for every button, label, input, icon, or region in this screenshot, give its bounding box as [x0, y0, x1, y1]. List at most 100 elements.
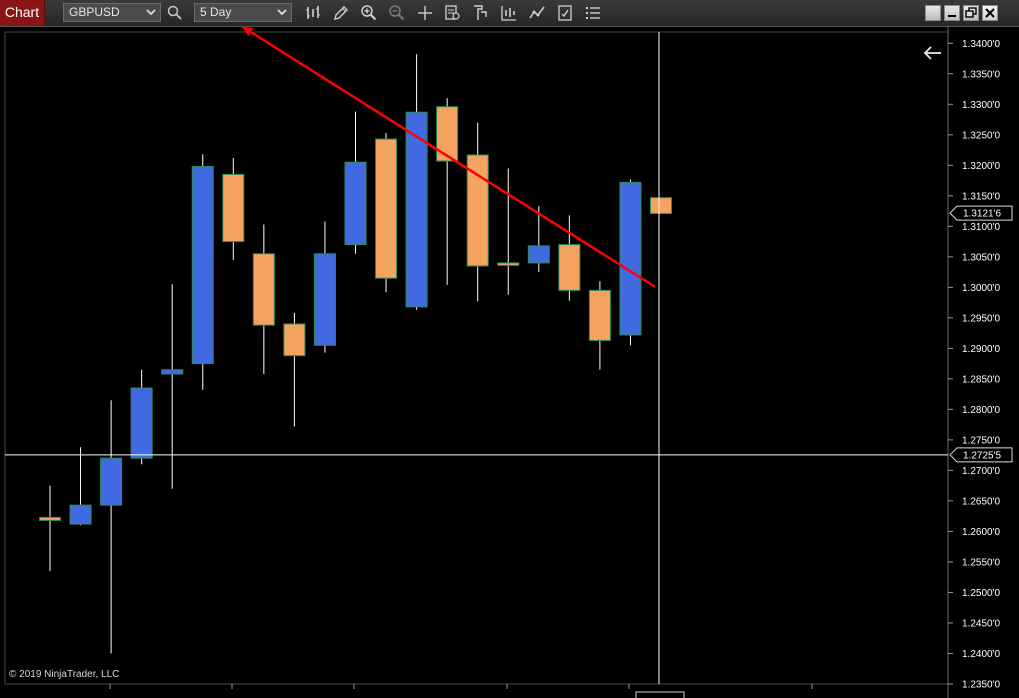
candle-body-down — [375, 138, 398, 279]
period-value: 5 Day — [200, 5, 232, 19]
crosshair-icon[interactable] — [416, 4, 434, 22]
chart-tab[interactable]: Chart — [0, 0, 45, 26]
candle-body-up — [344, 161, 367, 246]
price-axis-label: 1.2750'0 — [962, 435, 1000, 446]
candle — [405, 54, 428, 310]
price-axis-label: 1.2900'0 — [962, 344, 1000, 355]
candle — [650, 197, 672, 214]
price-axis[interactable]: 1.3400'0 1.3350'0 1.3300'0 1.3250'0 1.3200'0… — [948, 39, 1000, 691]
candle — [344, 111, 367, 254]
price-axis-label: 1.2550'0 — [962, 557, 1000, 568]
price-axis-label: 1.2950'0 — [962, 313, 1000, 324]
price-axis-label: 1.2650'0 — [962, 496, 1000, 507]
minimize-icon — [948, 15, 956, 17]
candle — [466, 122, 489, 302]
zoom-in-icon[interactable] — [360, 4, 378, 22]
price-axis-label: 1.3400'0 — [962, 39, 1000, 50]
candle — [375, 132, 398, 293]
price-axis-label: 1.3000'0 — [962, 283, 1000, 294]
candle — [39, 485, 61, 572]
price-axis-label: 1.3100'0 — [962, 222, 1000, 233]
data-box-icon[interactable] — [444, 4, 462, 22]
last-price-marker-text: 1.3121'6 — [963, 209, 1001, 220]
restore-button[interactable] — [963, 5, 979, 21]
candle — [222, 157, 245, 260]
copyright-text: © 2019 NinjaTrader, LLC — [9, 669, 119, 680]
candle-body-up — [527, 245, 550, 264]
plot-border — [4, 31, 949, 685]
candle-body-down — [497, 262, 520, 266]
draw-pencil-icon[interactable] — [332, 4, 350, 22]
price-axis-label: 1.3050'0 — [962, 252, 1000, 263]
tile-button[interactable] — [925, 5, 941, 21]
candle — [283, 312, 306, 427]
candle-body-up — [191, 166, 214, 365]
trendline[interactable] — [241, 26, 656, 288]
crosshair-price-marker-text: 1.2725'5 — [963, 450, 1001, 461]
price-axis-label: 1.2850'0 — [962, 374, 1000, 385]
period-selector[interactable]: 5 Day — [194, 3, 292, 22]
candle — [313, 221, 336, 353]
bar-type-icon[interactable] — [304, 4, 322, 22]
price-axis-label: 1.2800'0 — [962, 405, 1000, 416]
chart-style-icon[interactable] — [528, 4, 546, 22]
indicators-icon[interactable] — [472, 4, 490, 22]
instrument-value: GBPUSD — [69, 5, 120, 19]
price-axis-label: 1.2500'0 — [962, 588, 1000, 599]
search-icon[interactable] — [166, 4, 184, 22]
strategies-icon[interactable] — [500, 4, 518, 22]
price-axis-label: 1.2600'0 — [962, 527, 1000, 538]
price-axis-label: 1.2700'0 — [962, 466, 1000, 477]
candle-body-up — [130, 387, 153, 459]
candle-body-down — [436, 106, 459, 162]
price-axis-label: 1.3200'0 — [962, 161, 1000, 172]
chart-window: Chart GBPUSD 5 Day 1.3400'0 1.3350'0 1.3… — [0, 0, 1019, 698]
price-chart[interactable]: 1.3400'0 1.3350'0 1.3300'0 1.3250'0 1.3200'0… — [0, 26, 1019, 698]
candle-body-down — [252, 253, 275, 326]
candle-body-down — [588, 289, 611, 341]
candle-body-up — [313, 253, 336, 346]
price-axis-label: 1.2450'0 — [962, 618, 1000, 629]
candle — [130, 369, 153, 465]
close-button[interactable] — [982, 5, 998, 21]
price-axis-label: 1.2350'0 — [962, 679, 1000, 690]
minimize-button[interactable] — [944, 5, 960, 21]
chart-frame — [4, 26, 949, 698]
candle-body-up — [69, 504, 92, 525]
candle — [100, 400, 123, 654]
close-icon — [985, 8, 995, 18]
object-list-icon[interactable] — [584, 4, 602, 22]
candle — [161, 284, 184, 489]
candle — [252, 224, 275, 374]
chevron-down-icon — [146, 9, 156, 16]
crosshair-price-marker: 1.2725'5 — [949, 447, 1013, 463]
candles — [39, 54, 672, 654]
chevron-down-icon — [277, 9, 287, 16]
candle-body-down — [39, 516, 61, 521]
price-axis-label: 1.3350'0 — [962, 69, 1000, 80]
candle-body-down — [283, 323, 306, 357]
candle-body-up — [619, 181, 642, 336]
candle-body-up — [100, 457, 123, 506]
candle-body-down — [558, 244, 581, 291]
price-axis-label: 1.3300'0 — [962, 100, 1000, 111]
last-price-marker: 1.3121'6 — [949, 205, 1013, 221]
candle-body-up — [161, 369, 184, 375]
properties-icon[interactable] — [556, 4, 574, 22]
back-arrow-icon[interactable] — [923, 46, 941, 60]
instrument-selector[interactable]: GBPUSD — [63, 3, 161, 22]
candle — [588, 281, 611, 370]
candle — [191, 154, 214, 390]
chart-overlay: 1.3121'6 1.2725'5 — [5, 26, 1013, 698]
candle — [497, 168, 520, 295]
restore-icon — [965, 7, 977, 18]
price-axis-label: 1.2400'0 — [962, 649, 1000, 660]
candle — [69, 447, 92, 526]
candle — [436, 98, 459, 285]
candle-body-down — [650, 197, 672, 214]
candle — [619, 179, 642, 346]
candle — [527, 206, 550, 273]
chart-toolbar: Chart GBPUSD 5 Day — [0, 0, 1019, 27]
zoom-out-icon[interactable] — [388, 4, 406, 22]
price-axis-label: 1.3250'0 — [962, 130, 1000, 141]
